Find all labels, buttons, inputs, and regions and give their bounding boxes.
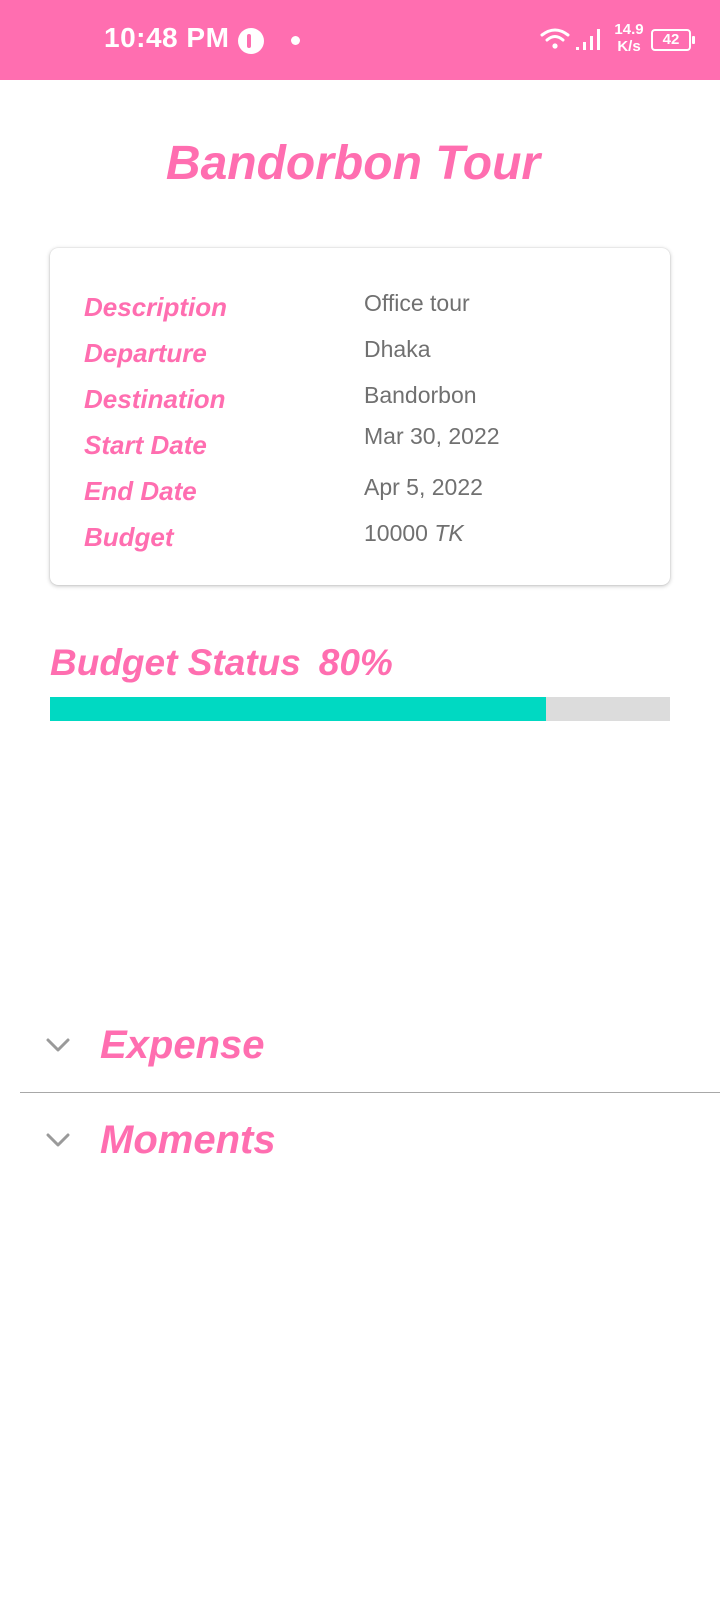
network-speed-value: 14.9 <box>614 21 644 38</box>
status-time: 10:48 PM <box>104 22 230 53</box>
expense-section-header[interactable]: Expense <box>20 1007 720 1087</box>
budget-status-label: Budget Status <box>50 642 301 683</box>
status-bar: 10:48 PM 14.9 K/s 42 <box>0 0 720 80</box>
detail-value: Office tour <box>364 290 470 316</box>
notification-dot-icon <box>291 36 300 45</box>
detail-label: Start Date <box>84 430 207 460</box>
detail-value: Bandorbon <box>364 382 477 408</box>
chevron-down-icon <box>46 1133 70 1147</box>
budget-progress-bar <box>50 697 670 721</box>
section-divider <box>20 1092 720 1093</box>
detail-label: Departure <box>84 338 207 368</box>
network-speed-unit: K/s <box>617 38 641 55</box>
detail-value: Apr 5, 2022 <box>364 474 483 500</box>
section-title-moments: Moments <box>100 1118 276 1162</box>
tour-details-card: Description Office tour Departure Dhaka … <box>50 248 670 585</box>
detail-label: Description <box>84 292 228 322</box>
detail-value: Mar 30, 2022 <box>364 423 500 449</box>
detail-label: Budget <box>84 522 174 552</box>
detail-label: Destination <box>84 384 226 414</box>
detail-value: 10000 TK <box>364 520 464 547</box>
battery-level: 42 <box>662 31 680 48</box>
network-speed: 14.9 K/s <box>613 21 645 55</box>
page-title: Bandorbon Tour <box>165 137 541 190</box>
signal-icon <box>576 29 600 50</box>
moments-section-header[interactable]: Moments <box>20 1102 720 1182</box>
budget-progress-fill <box>50 697 546 721</box>
budget-amount: 10000 <box>364 520 428 546</box>
budget-status-percent: 80% <box>318 642 393 683</box>
budget-status-heading: Budget Status 80% <box>50 642 393 684</box>
detail-value: Dhaka <box>364 336 431 362</box>
detail-label: End Date <box>84 476 197 506</box>
wifi-icon <box>540 28 570 49</box>
section-title-expense: Expense <box>100 1023 265 1067</box>
budget-unit: TK <box>434 520 464 546</box>
battery-icon: 42 <box>651 29 695 51</box>
app-badge-icon <box>238 28 264 54</box>
chevron-down-icon <box>46 1038 70 1052</box>
